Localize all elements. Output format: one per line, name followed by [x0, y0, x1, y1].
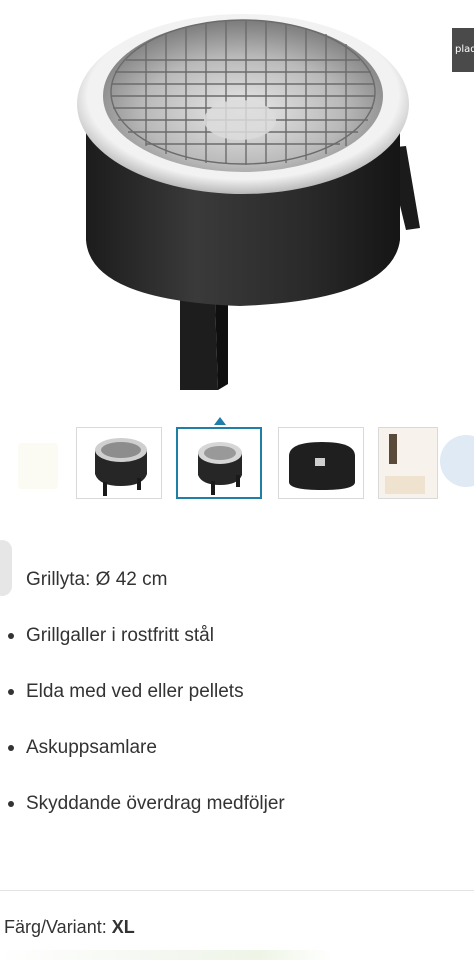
feature-text: Skyddande överdrag medföljer: [26, 793, 285, 814]
bullet-icon: [8, 801, 14, 807]
brand-badge: plaq: [452, 28, 474, 72]
thumb-grill-front[interactable]: [176, 427, 262, 499]
grill-thumbnail-icon: [198, 442, 242, 495]
list-item: Skyddande överdrag medföljer: [0, 776, 474, 832]
feature-text: Grillgaller i rostfritt stål: [26, 625, 214, 646]
feature-text: Askuppsamlare: [26, 737, 157, 758]
thumb-grill-lifestyle[interactable]: [378, 427, 438, 499]
variant-swatches-partial[interactable]: [0, 950, 474, 960]
variant-selector[interactable]: Färg/Variant: XL: [4, 917, 135, 938]
variant-value: XL: [111, 917, 135, 937]
list-item: Askuppsamlare: [0, 720, 474, 776]
thumb-grill-cover[interactable]: [278, 427, 364, 499]
bullet-icon: [8, 745, 14, 751]
thumb-previous-partial[interactable]: [18, 443, 58, 489]
bullet-icon: [8, 689, 14, 695]
lifestyle-thumbnail-icon: [379, 428, 437, 498]
grill-thumbnail-icon: [95, 438, 147, 496]
list-item: Elda med ved eller pellets: [0, 664, 474, 720]
feature-text: Grillyta: Ø 42 cm: [26, 569, 168, 590]
thumbnail-carousel: [0, 415, 474, 515]
grill-illustration: [77, 14, 420, 390]
product-image[interactable]: plaq: [0, 0, 474, 410]
active-thumb-indicator: [214, 417, 226, 425]
thumb-grill-side[interactable]: [76, 427, 162, 499]
cover-thumbnail-icon: [289, 442, 355, 490]
variant-label: Färg/Variant:: [4, 917, 107, 937]
list-item: Grillyta: Ø 42 cm: [0, 552, 474, 608]
carousel-next-button[interactable]: [440, 435, 474, 487]
feature-text: Elda med ved eller pellets: [26, 681, 244, 702]
list-item: Grillgaller i rostfritt stål: [0, 608, 474, 664]
bullet-icon: [8, 633, 14, 639]
feature-list: Grillyta: Ø 42 cm Grillgaller i rostfrit…: [0, 552, 474, 832]
section-divider: [0, 890, 474, 891]
